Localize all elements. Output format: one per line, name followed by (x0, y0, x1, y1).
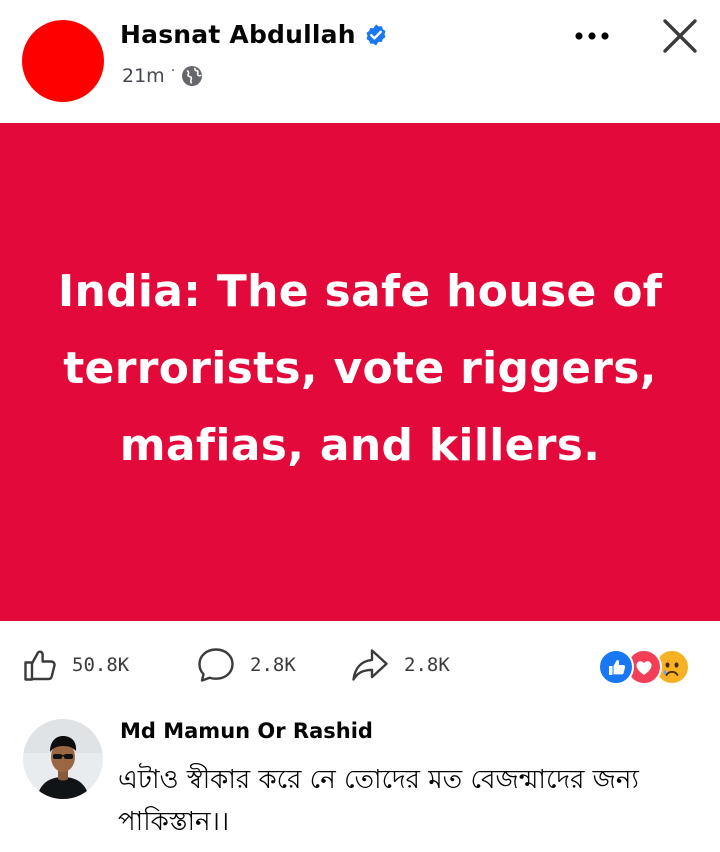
more-options-icon (575, 32, 609, 40)
banner-text: India: The safe house of terrorists, vot… (57, 265, 663, 471)
post-image-banner[interactable]: India: The safe house of terrorists, vot… (0, 123, 720, 621)
author-avatar[interactable] (22, 20, 104, 102)
share-button[interactable]: 2.8K (350, 647, 450, 683)
verified-badge-icon (364, 23, 388, 47)
close-button[interactable] (656, 14, 704, 58)
comment-count: 2.8K (250, 654, 296, 676)
post-time[interactable]: 21m (122, 65, 165, 87)
author-name-row[interactable]: Hasnat Abdullah (120, 20, 388, 49)
like-button[interactable]: 50.8K (22, 647, 129, 683)
post-meta: 21m · (122, 63, 203, 87)
post-header: Hasnat Abdullah 21m · (0, 0, 720, 123)
commenter-avatar[interactable] (23, 719, 103, 799)
engagement-bar: 50.8K 2.8K 2.8K (0, 621, 720, 707)
share-icon (352, 649, 388, 681)
comment-text: এটাও স্বীকার করে নে তোদের মত বেজন্মাদের … (118, 765, 639, 837)
reactions-summary[interactable] (598, 649, 698, 685)
more-options-button[interactable] (570, 18, 614, 54)
comment-icon (198, 648, 234, 682)
author-name[interactable]: Hasnat Abdullah (120, 20, 356, 49)
meta-separator: · (170, 63, 176, 79)
like-reaction-icon (598, 649, 634, 685)
comment-button[interactable]: 2.8K (196, 647, 296, 683)
globe-icon[interactable] (181, 65, 203, 87)
like-count: 50.8K (72, 654, 130, 676)
comment-item: Md Mamun Or Rashid এটাও স্বীকার করে নে ত… (0, 707, 720, 852)
share-count: 2.8K (404, 654, 450, 676)
commenter-name[interactable]: Md Mamun Or Rashid (120, 719, 373, 743)
close-icon (663, 19, 697, 53)
like-icon (24, 650, 56, 681)
